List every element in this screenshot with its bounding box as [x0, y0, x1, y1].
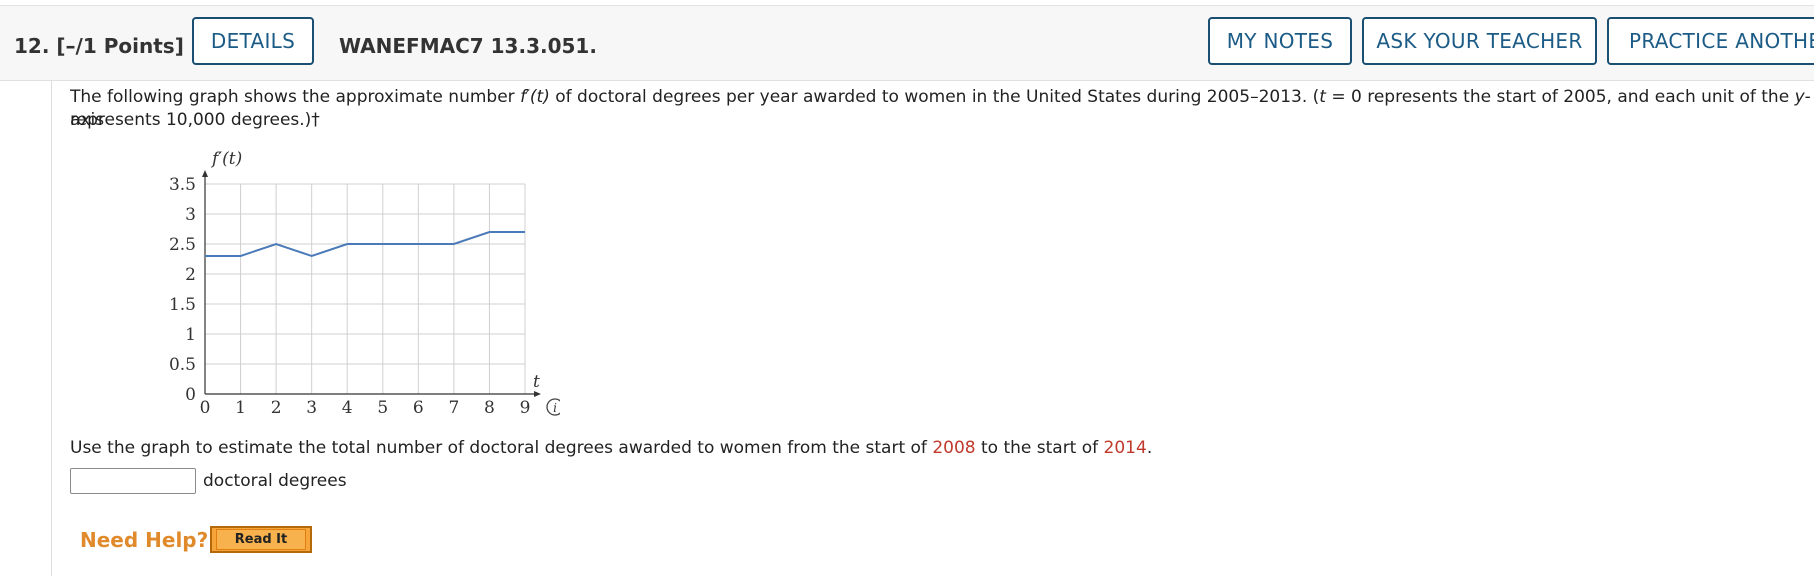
- chart-axes: [202, 170, 541, 397]
- question-number: 12. [–/1 Points]: [14, 34, 184, 58]
- practice-another-button[interactable]: PRACTICE ANOTHER: [1607, 17, 1814, 65]
- my-notes-button[interactable]: MY NOTES: [1208, 17, 1352, 65]
- x-tick-label: 9: [520, 398, 531, 418]
- question-header: 12. [–/1 Points] DETAILS WANEFMAC7 13.3.…: [0, 6, 1814, 81]
- answer-unit-label: doctoral degrees: [203, 471, 347, 491]
- prompt-text-1: Use the graph to estimate the total numb…: [70, 438, 933, 458]
- x-tick-label: 7: [448, 398, 459, 418]
- svg-text:i: i: [553, 401, 557, 415]
- y-tick-label: 3: [185, 205, 196, 225]
- start-year: 2008: [932, 438, 976, 458]
- y-tick-label: 1: [185, 325, 196, 345]
- degrees-line-chart: 0 0.5 1 1.5 2 2.5 3 3.5 0 1 2 3 4 5 6 7 8 9 f′(t) t i: [169, 149, 560, 418]
- x-tick-label: 6: [413, 398, 424, 418]
- y-tick-label: 2: [185, 265, 196, 285]
- content-left-border: [51, 81, 52, 576]
- intro-text-3: = 0 represents the start of 2005, and ea…: [1325, 87, 1795, 107]
- read-it-label: Read It: [215, 529, 307, 550]
- intro-y-var: y: [1794, 87, 1805, 107]
- x-tick-label: 3: [306, 398, 317, 418]
- intro-function: f′(t): [520, 87, 550, 107]
- x-tick-label: 5: [377, 398, 388, 418]
- intro-t-var: t: [1319, 87, 1326, 107]
- x-tick-label: 1: [235, 398, 246, 418]
- end-year: 2014: [1103, 438, 1147, 458]
- y-tick-label: 0: [185, 385, 196, 405]
- x-tick-label: 0: [200, 398, 211, 418]
- info-icon[interactable]: i: [546, 398, 560, 416]
- prompt-text-3: .: [1146, 438, 1153, 458]
- ask-teacher-button[interactable]: ASK YOUR TEACHER: [1362, 17, 1597, 65]
- y-tick-label: 1.5: [169, 295, 196, 315]
- y-tick-labels: 0 0.5 1 1.5 2 2.5 3 3.5: [169, 175, 196, 405]
- question-prompt: Use the graph to estimate the total numb…: [70, 437, 1152, 460]
- x-tick-label: 8: [484, 398, 495, 418]
- details-button[interactable]: DETAILS: [192, 17, 314, 65]
- y-tick-label: 0.5: [169, 355, 196, 375]
- x-tick-label: 4: [342, 398, 353, 418]
- intro-text-1: The following graph shows the approximat…: [70, 87, 521, 107]
- y-axis-arrow: [202, 170, 208, 177]
- need-help-label: Need Help?: [80, 528, 209, 552]
- question-intro: The following graph shows the approximat…: [70, 86, 1814, 132]
- y-axis-label: f′(t): [210, 149, 242, 169]
- x-tick-label: 2: [271, 398, 282, 418]
- answer-input[interactable]: [70, 468, 196, 494]
- chart-grid: [204, 183, 526, 395]
- intro-text-2: of doctoral degrees per year awarded to …: [549, 87, 1320, 107]
- x-axis-label: t: [533, 372, 540, 392]
- question-intro-line2: represents 10,000 degrees.)†: [70, 110, 320, 130]
- x-tick-labels: 0 1 2 3 4 5 6 7 8 9: [200, 398, 531, 418]
- prompt-text-2: to the start of: [975, 438, 1104, 458]
- y-tick-label: 3.5: [169, 175, 196, 195]
- problem-code: WANEFMAC7 13.3.051.: [339, 34, 597, 58]
- question-number-value: 12.: [14, 34, 50, 58]
- y-tick-label: 2.5: [169, 235, 196, 255]
- read-it-button[interactable]: Read It: [210, 526, 312, 553]
- points-label: [–/1 Points]: [56, 34, 184, 58]
